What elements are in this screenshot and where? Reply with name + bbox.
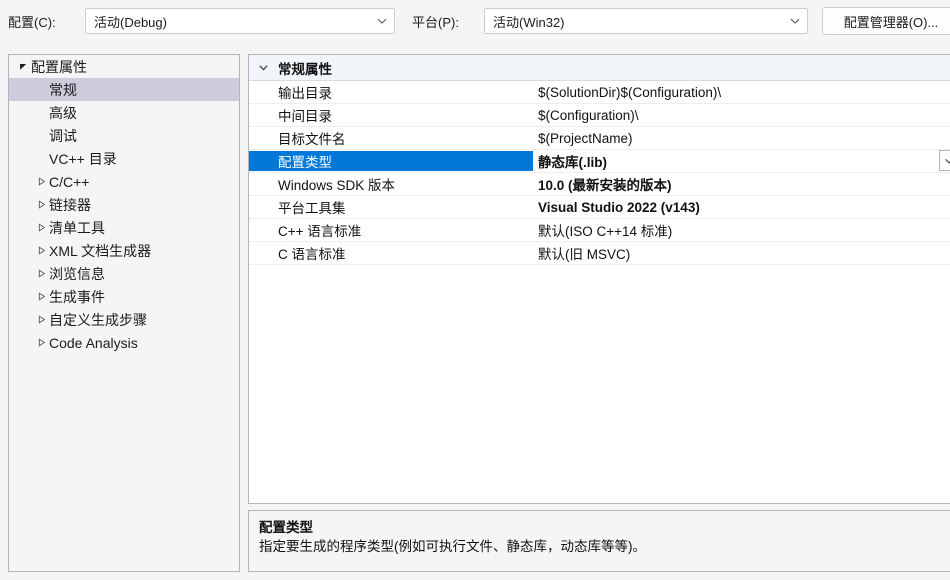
sidebar-item[interactable]: 生成事件 xyxy=(9,285,239,308)
sidebar-item-label: 常规 xyxy=(49,81,77,98)
property-grid[interactable]: 常规属性 输出目录 $(SolutionDir)$(Configuration)\… xyxy=(248,54,950,504)
configuration-dropdown[interactable]: 活动(Debug) xyxy=(85,8,395,34)
chevron-down-icon xyxy=(377,16,387,26)
sidebar-item-label: XML 文档生成器 xyxy=(49,242,152,259)
sidebar-item-label: 浏览信息 xyxy=(49,265,105,282)
chevron-down-icon xyxy=(790,16,800,26)
property-name: 平台工具集 xyxy=(278,201,346,216)
triangle-right-icon[interactable] xyxy=(33,223,49,232)
configuration-manager-button[interactable]: 配置管理器(O)... xyxy=(822,7,950,35)
property-value[interactable]: 10.0 (最新安装的版本) xyxy=(533,174,950,194)
triangle-right-icon[interactable] xyxy=(33,269,49,278)
property-value[interactable]: $(ProjectName) xyxy=(533,131,950,146)
triangle-down-icon[interactable] xyxy=(15,62,31,71)
triangle-right-icon[interactable] xyxy=(33,292,49,301)
sidebar-item-label: Code Analysis xyxy=(49,334,138,351)
property-row[interactable]: 配置类型 静态库(.lib) xyxy=(249,150,950,173)
sidebar-item[interactable]: 链接器 xyxy=(9,193,239,216)
property-name: 输出目录 xyxy=(278,86,332,101)
sidebar-item[interactable]: C/C++ xyxy=(9,170,239,193)
sidebar-item[interactable]: 清单工具 xyxy=(9,216,239,239)
sidebar-item[interactable]: 浏览信息 xyxy=(9,262,239,285)
property-row[interactable]: Windows SDK 版本 10.0 (最新安装的版本) xyxy=(249,173,950,196)
value-dropdown-button[interactable] xyxy=(939,150,950,171)
property-value[interactable]: 静态库(.lib) xyxy=(533,151,950,171)
platform-label: 平台(P): xyxy=(412,15,459,30)
triangle-right-icon[interactable] xyxy=(33,246,49,255)
property-name: C 语言标准 xyxy=(278,247,346,262)
chevron-down-icon[interactable] xyxy=(249,62,278,73)
property-group-title: 常规属性 xyxy=(278,61,332,77)
sidebar-item-label: VC++ 目录 xyxy=(49,150,117,167)
description-text: 指定要生成的程序类型(例如可执行文件、静态库，动态库等等)。 xyxy=(259,539,646,555)
description-title: 配置类型 xyxy=(259,520,313,535)
sidebar-item[interactable]: XML 文档生成器 xyxy=(9,239,239,262)
property-name: C++ 语言标准 xyxy=(278,224,362,239)
property-row[interactable]: 输出目录 $(SolutionDir)$(Configuration)\ xyxy=(249,81,950,104)
sidebar-item-label: 清单工具 xyxy=(49,219,105,236)
property-value[interactable]: Visual Studio 2022 (v143) xyxy=(533,200,950,215)
property-name: Windows SDK 版本 xyxy=(278,178,396,193)
configuration-dropdown-value: 活动(Debug) xyxy=(94,14,167,30)
property-row[interactable]: 平台工具集 Visual Studio 2022 (v143) xyxy=(249,196,950,219)
property-name: 中间目录 xyxy=(278,109,332,124)
sidebar-item-label: 配置属性 xyxy=(31,58,87,75)
sidebar-item[interactable]: 常规 xyxy=(9,78,239,101)
configuration-properties-tree[interactable]: 配置属性常规高级调试 VC++ 目录 C/C++ 链接器清单工具 XML 文档生成器 浏览… xyxy=(8,54,240,572)
property-name: 目标文件名 xyxy=(278,132,346,147)
triangle-right-icon[interactable] xyxy=(33,315,49,324)
sidebar-item-label: 高级 xyxy=(49,104,77,121)
property-value[interactable]: $(SolutionDir)$(Configuration)\ xyxy=(533,85,950,100)
property-row[interactable]: 目标文件名 $(ProjectName) xyxy=(249,127,950,150)
sidebar-item[interactable]: 配置属性 xyxy=(9,55,239,78)
property-value[interactable]: 默认(ISO C++14 标准) xyxy=(533,220,950,240)
sidebar-item-label: C/C++ xyxy=(49,173,90,190)
property-description-pane: 配置类型 指定要生成的程序类型(例如可执行文件、静态库，动态库等等)。 xyxy=(248,510,950,572)
property-group-header[interactable]: 常规属性 xyxy=(249,55,950,81)
sidebar-item[interactable]: 高级 xyxy=(9,101,239,124)
triangle-right-icon[interactable] xyxy=(33,177,49,186)
platform-dropdown-value: 活动(Win32) xyxy=(493,14,565,30)
config-label: 配置(C): xyxy=(8,15,56,30)
sidebar-item-label: 自定义生成步骤 xyxy=(49,311,147,328)
sidebar-item-label: 链接器 xyxy=(49,196,91,213)
sidebar-item[interactable]: Code Analysis xyxy=(9,331,239,354)
toolbar: 配置(C): 活动(Debug) 平台(P): 活动(Win32) 配置管理器(… xyxy=(0,0,950,46)
sidebar-item[interactable]: 调试 xyxy=(9,124,239,147)
property-row[interactable]: 中间目录 $(Configuration)\ xyxy=(249,104,950,127)
property-row[interactable]: C++ 语言标准 默认(ISO C++14 标准) xyxy=(249,219,950,242)
property-name: 配置类型 xyxy=(249,151,533,171)
sidebar-item[interactable]: VC++ 目录 xyxy=(9,147,239,170)
tree-scroll-area[interactable]: 配置属性常规高级调试 VC++ 目录 C/C++ 链接器清单工具 XML 文档生成器 浏览… xyxy=(9,55,239,571)
property-value[interactable]: $(Configuration)\ xyxy=(533,108,950,123)
sidebar-item[interactable]: 自定义生成步骤 xyxy=(9,308,239,331)
sidebar-item-label: 生成事件 xyxy=(49,288,105,305)
property-rows: 输出目录 $(SolutionDir)$(Configuration)\ 中间目录 $… xyxy=(249,81,950,265)
triangle-right-icon[interactable] xyxy=(33,200,49,209)
platform-dropdown[interactable]: 活动(Win32) xyxy=(484,8,808,34)
sidebar-item-label: 调试 xyxy=(49,127,77,144)
property-value[interactable]: 默认(旧 MSVC) xyxy=(533,243,950,263)
property-row[interactable]: C 语言标准 默认(旧 MSVC) xyxy=(249,242,950,265)
triangle-right-icon[interactable] xyxy=(33,338,49,347)
